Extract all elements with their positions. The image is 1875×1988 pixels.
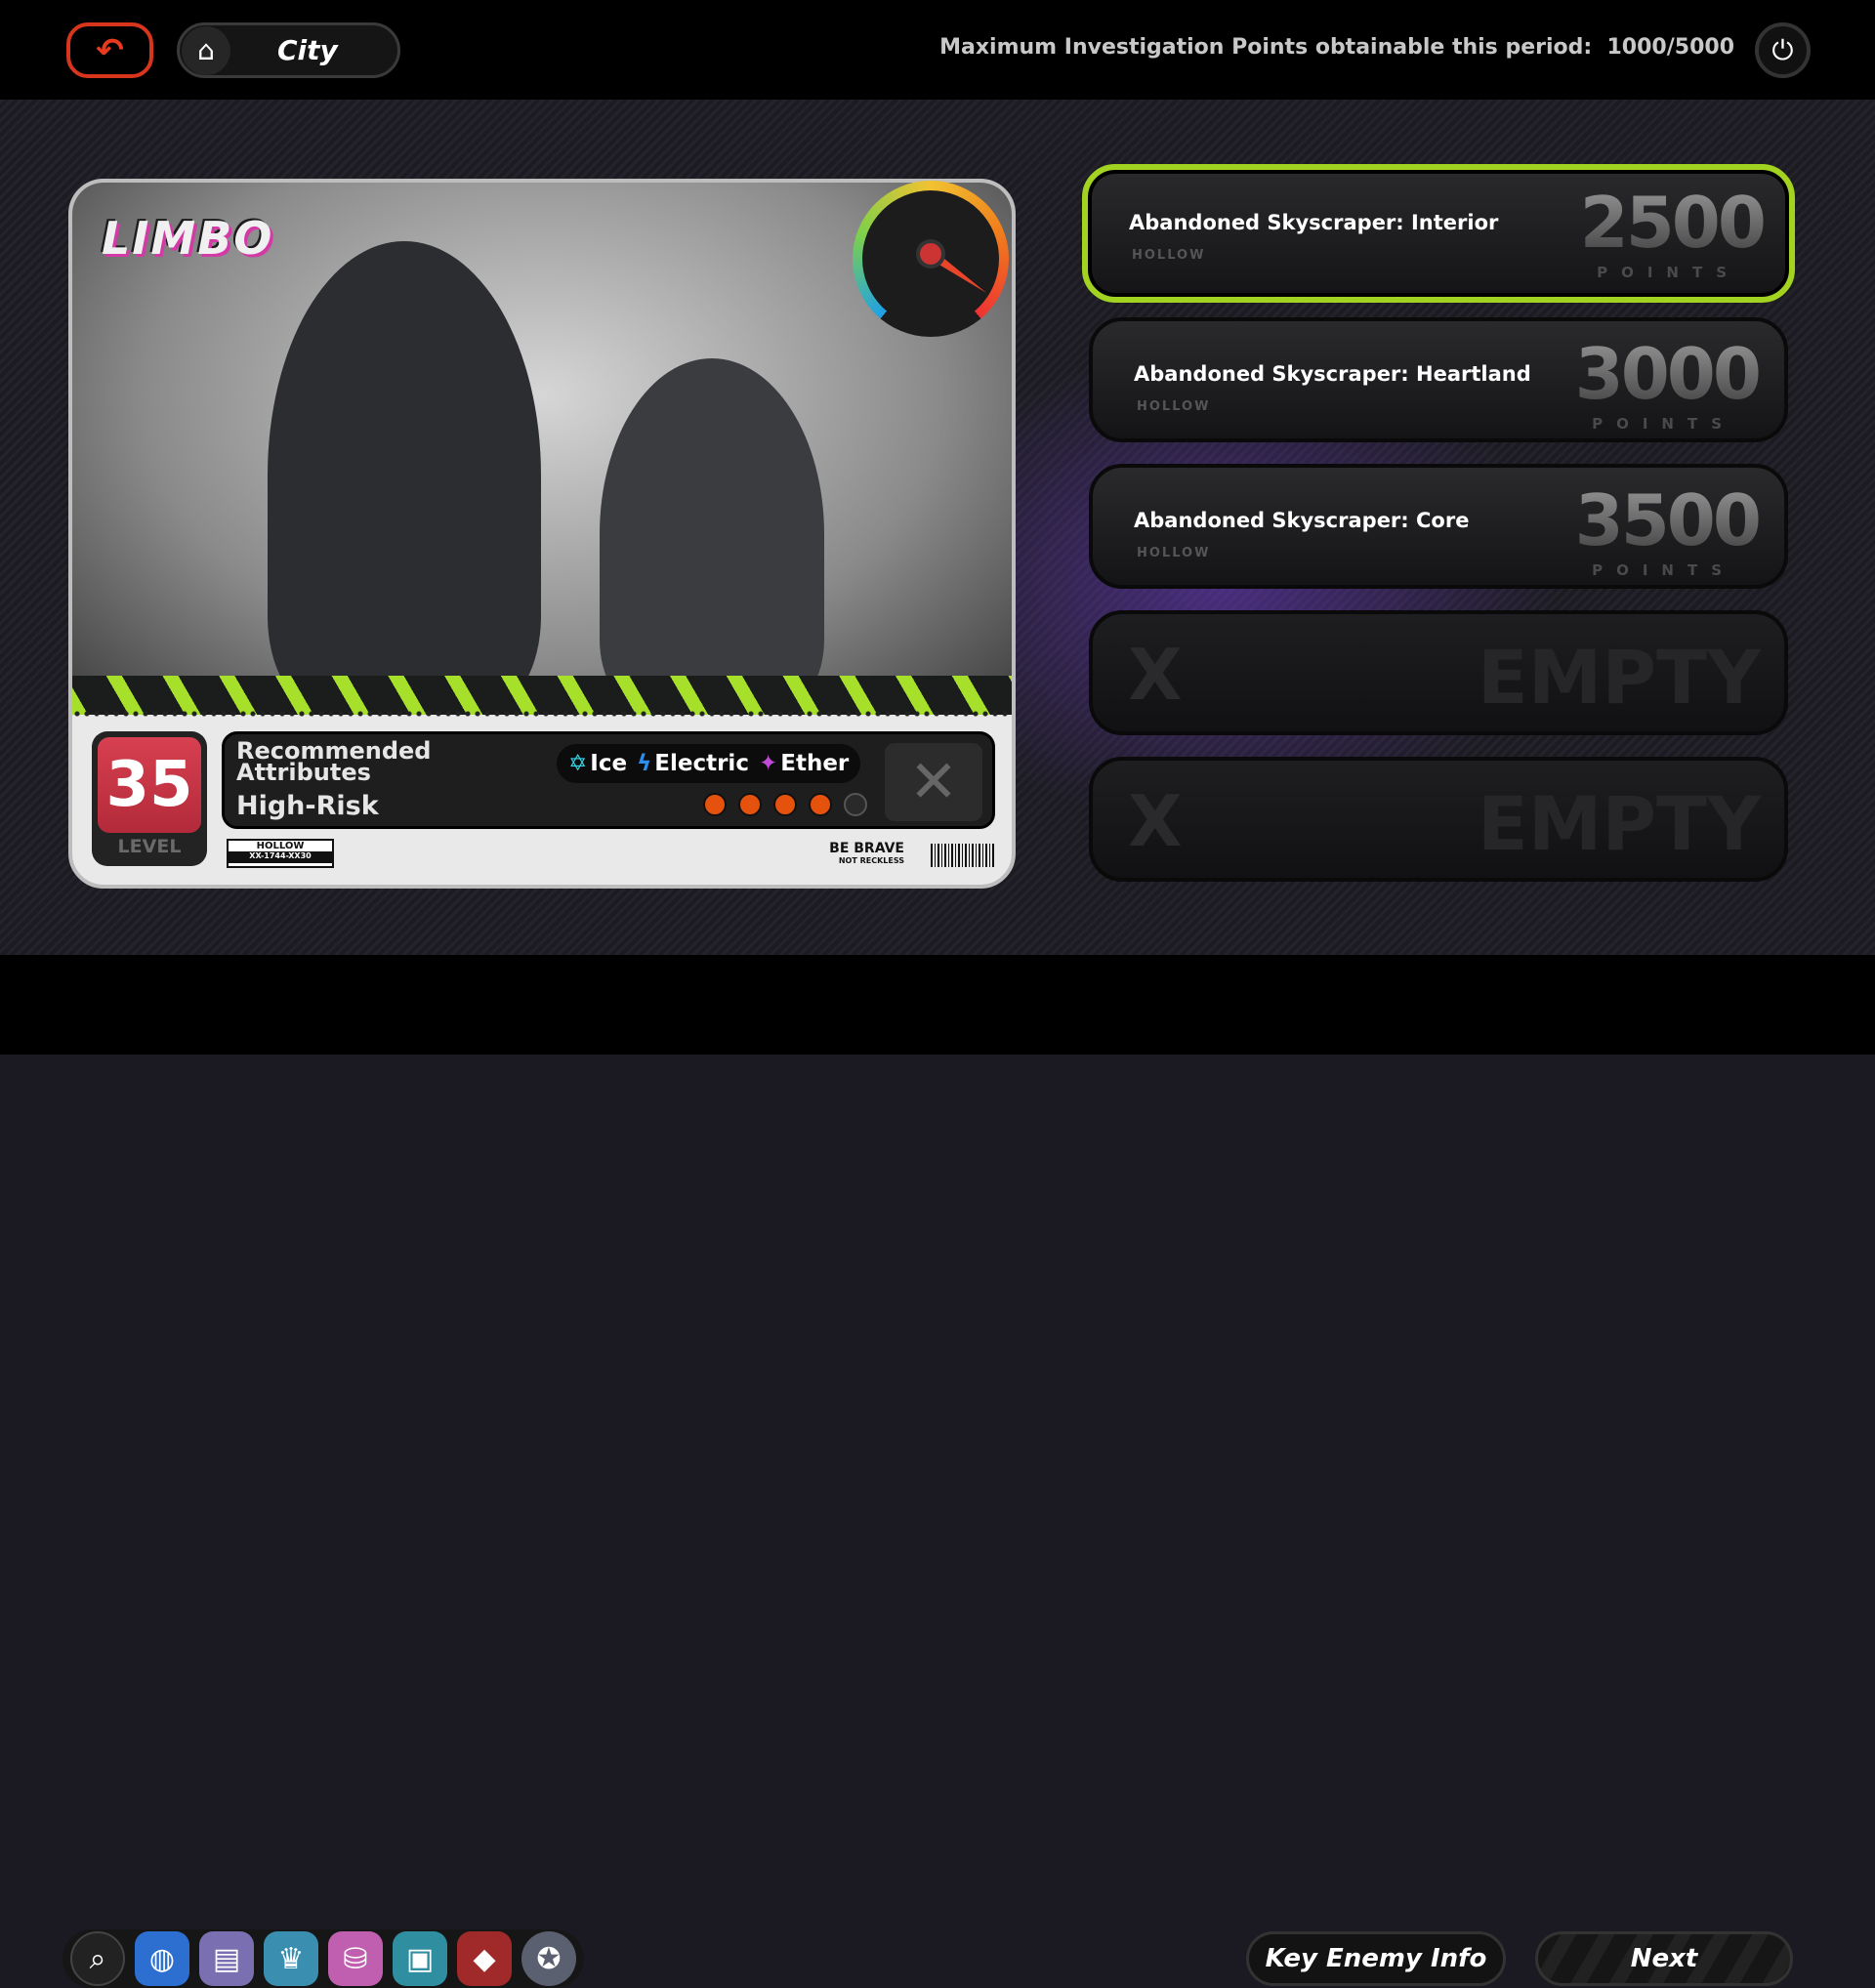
- level-label: LEVEL: [117, 836, 182, 857]
- book-icon[interactable]: ◆: [457, 1931, 512, 1986]
- level-badge: 35 LEVEL: [92, 731, 207, 866]
- risk-dot: [738, 793, 762, 816]
- max-points-label: Maximum Investigation Points obtainable …: [939, 35, 1593, 60]
- badge-icon[interactable]: ✪: [521, 1931, 576, 1986]
- limbo-logo: LIMBO: [102, 212, 274, 265]
- risk-meter: [703, 793, 867, 816]
- tag-code: XX-1744-XX30: [229, 851, 332, 863]
- risk-dot: [703, 793, 727, 816]
- toolbar: ⌕ ◍ ▤ ♛ ⛁ ▣ ◆ ✪: [62, 1929, 584, 1988]
- risk-dot: [809, 793, 832, 816]
- home-icon[interactable]: ⌂: [182, 25, 230, 75]
- attribute-name: Ice: [590, 751, 628, 776]
- commission-title: Abandoned Skyscraper: Core: [1134, 509, 1470, 532]
- barcode-icon: [931, 844, 994, 867]
- commission-item[interactable]: Abandoned Skyscraper: Heartland HOLLOW 300…: [1089, 317, 1788, 442]
- attributes-panel: Recommended Attributes High-Risk ✡ Ice ϟE…: [222, 731, 995, 829]
- commission-type: HOLLOW: [1137, 399, 1211, 414]
- risk-dot: [773, 793, 797, 816]
- trophy-icon[interactable]: ♛: [264, 1931, 318, 1986]
- next-button[interactable]: Next: [1535, 1931, 1793, 1986]
- empty-slot: X EMPTY: [1089, 757, 1788, 882]
- back-arrow-icon: ↶: [96, 30, 124, 70]
- points-label: POINTS: [1592, 561, 1735, 579]
- enemy-figure: [268, 241, 541, 710]
- commission-type: HOLLOW: [1132, 248, 1206, 263]
- electric-icon: ϟ: [637, 751, 652, 776]
- top-bar: ↶ ⌂ City Maximum Investigation Points ob…: [0, 0, 1875, 100]
- commission-points: 2500: [1579, 182, 1767, 264]
- bottom-bar: ⌕ ◍ ▤ ♛ ⛁ ▣ ◆ ✪ Key Enemy Info Next: [0, 955, 1875, 1988]
- empty-mark: X: [1128, 634, 1183, 716]
- commission-points: 3000: [1574, 333, 1762, 415]
- location-pill[interactable]: ⌂ City: [177, 22, 400, 78]
- map-icon[interactable]: ◍: [135, 1931, 189, 1986]
- tag-label: HOLLOW: [256, 841, 305, 851]
- attribute-ice: ✡ Ice: [568, 751, 627, 776]
- max-points-readout: Maximum Investigation Points obtainable …: [939, 35, 1734, 60]
- motto-subtext: NOT RECKLESS: [838, 856, 904, 865]
- risk-label: High-Risk: [236, 791, 379, 821]
- attribute-name: Ether: [780, 751, 850, 776]
- gauge-hub: [916, 239, 945, 269]
- commission-item[interactable]: Abandoned Skyscraper: Interior HOLLOW 2500…: [1082, 164, 1795, 303]
- power-icon[interactable]: ⏻: [1755, 22, 1811, 78]
- ether-icon: ✦: [758, 751, 778, 776]
- cards-icon[interactable]: ▤: [199, 1931, 254, 1986]
- location-label: City: [277, 34, 338, 66]
- commission-item[interactable]: Abandoned Skyscraper: Core HOLLOW 3500 POIN…: [1089, 464, 1788, 589]
- search-icon[interactable]: ⌕: [70, 1931, 125, 1986]
- empty-mark: X: [1128, 780, 1183, 862]
- pixel-x-icon: ✕: [885, 743, 982, 821]
- empty-slot: X EMPTY: [1089, 610, 1788, 735]
- attribute-electric: ϟ Electric: [637, 751, 749, 776]
- enemy-figure: [600, 358, 824, 710]
- risk-dot: [844, 793, 867, 816]
- artwork-stripes: [72, 676, 1012, 715]
- commission-title: Abandoned Skyscraper: Interior: [1129, 211, 1499, 234]
- level-value: 35: [98, 737, 201, 833]
- attribute-list: ✡ Ice ϟ Electric ✦ Ether: [557, 744, 861, 783]
- commission-title: Abandoned Skyscraper: Heartland: [1134, 362, 1531, 386]
- key-enemy-info-button[interactable]: Key Enemy Info: [1246, 1931, 1506, 1986]
- ticket-icon[interactable]: ▣: [393, 1931, 447, 1986]
- risk-gauge-icon: [853, 181, 1009, 337]
- motto: BE BRAVE NOT RECKLESS: [829, 841, 904, 866]
- points-label: POINTS: [1597, 264, 1740, 281]
- empty-label: EMPTY: [1477, 780, 1761, 867]
- commission-type: HOLLOW: [1137, 546, 1211, 560]
- bag-icon[interactable]: ⛁: [328, 1931, 383, 1986]
- motto-text: BE BRAVE: [829, 841, 904, 856]
- commission-points: 3500: [1574, 479, 1762, 561]
- empty-label: EMPTY: [1477, 634, 1761, 721]
- back-button[interactable]: ↶: [66, 22, 153, 78]
- attribute-ether: ✦ Ether: [759, 751, 849, 776]
- recommended-label: Recommended Attributes: [236, 737, 432, 786]
- perforation-divider: [72, 710, 1012, 718]
- ice-icon: ✡: [568, 751, 588, 776]
- attribute-name: Electric: [654, 751, 749, 776]
- hollow-tag: HOLLOW XX-1744-XX30: [227, 839, 334, 868]
- points-label: POINTS: [1592, 415, 1735, 433]
- max-points-value: 1000/5000: [1606, 35, 1735, 60]
